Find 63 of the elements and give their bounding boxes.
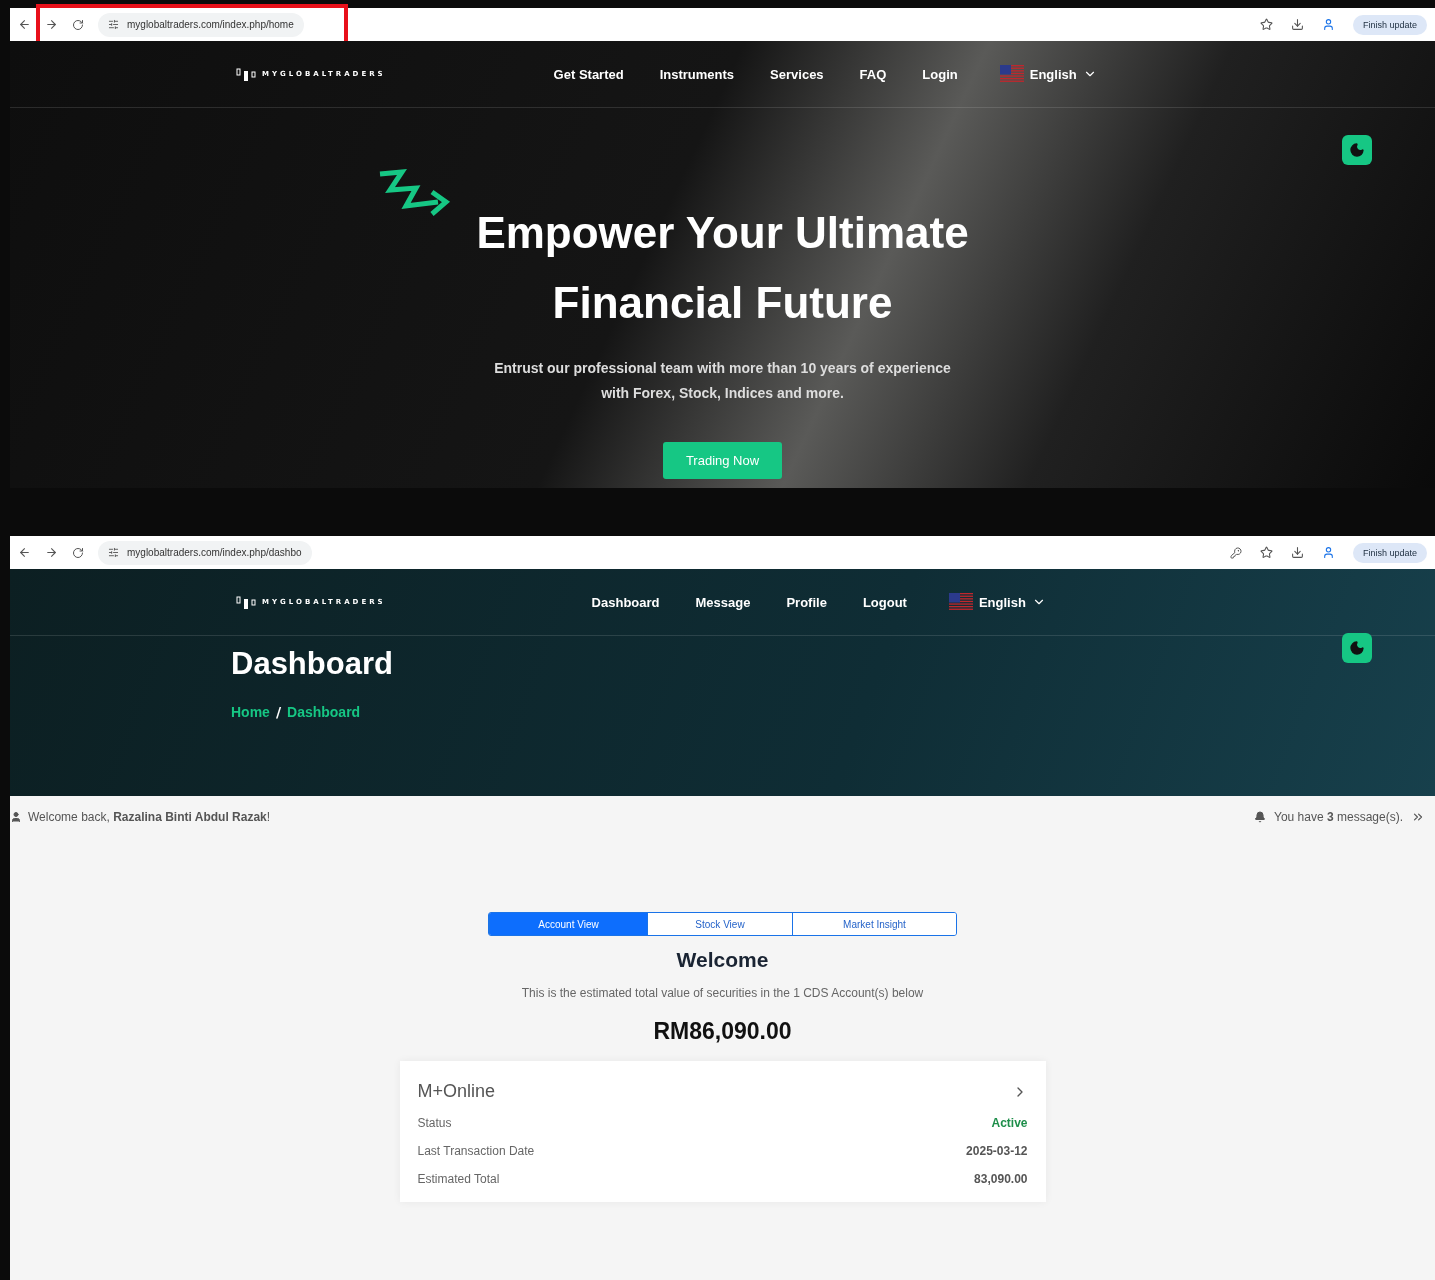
view-tab[interactable]: Market Insight bbox=[792, 913, 956, 935]
profile-icon[interactable] bbox=[1321, 18, 1335, 31]
user-icon bbox=[10, 811, 22, 823]
breadcrumb-link[interactable]: Dashboard bbox=[287, 704, 361, 720]
moon-icon bbox=[1349, 142, 1365, 158]
field-value: Active bbox=[991, 1116, 1028, 1130]
nav-link[interactable]: Instruments bbox=[659, 66, 735, 82]
site-settings-icon bbox=[108, 547, 119, 558]
dark-mode-toggle[interactable] bbox=[1342, 135, 1372, 165]
dark-mode-toggle[interactable] bbox=[1342, 633, 1372, 663]
moon-icon bbox=[1349, 640, 1365, 656]
reload-icon[interactable] bbox=[72, 546, 84, 559]
bookmark-star-icon[interactable] bbox=[1259, 546, 1273, 559]
language-selector[interactable]: English bbox=[942, 592, 1052, 612]
us-flag-icon bbox=[948, 593, 973, 611]
address-bar[interactable]: myglobaltraders.com/index.php/home bbox=[98, 12, 304, 37]
hero-subtitle: Entrust our professional team with more than 10 years of experience with Forex, Stock, Indices and more. bbox=[494, 359, 951, 403]
candlestick-logo-icon bbox=[236, 594, 258, 610]
language-selector[interactable]: English bbox=[993, 64, 1103, 84]
nav-link[interactable]: Login bbox=[922, 66, 958, 82]
double-chevron-icon[interactable] bbox=[1411, 810, 1425, 824]
welcome-heading: Welcome bbox=[676, 948, 769, 972]
field-label: Estimated Total bbox=[417, 1172, 500, 1186]
address-bar[interactable]: myglobaltraders.com/index.php/dashbo bbox=[98, 540, 312, 565]
nav-link[interactable]: Services bbox=[770, 66, 824, 82]
nav-link[interactable]: Logout bbox=[862, 594, 907, 610]
nav-link[interactable]: Get Started bbox=[553, 66, 624, 82]
update-button[interactable]: Finish update bbox=[1352, 542, 1427, 563]
total-value: RM86,090.00 bbox=[653, 1018, 792, 1045]
site-settings-icon bbox=[108, 19, 119, 30]
breadcrumb-link[interactable]: Home bbox=[231, 704, 270, 720]
us-flag-icon bbox=[999, 65, 1024, 83]
reload-icon[interactable] bbox=[72, 18, 84, 31]
hero-title: Financial Future bbox=[551, 277, 894, 329]
key-icon[interactable] bbox=[1229, 546, 1242, 559]
view-tab[interactable]: Account View bbox=[489, 913, 647, 935]
field-value: 83,090.00 bbox=[974, 1172, 1028, 1186]
profile-icon[interactable] bbox=[1321, 546, 1335, 559]
nav-link[interactable]: Message bbox=[695, 594, 751, 610]
download-icon[interactable] bbox=[1290, 546, 1304, 559]
download-icon[interactable] bbox=[1290, 18, 1304, 31]
update-button[interactable]: Finish update bbox=[1352, 14, 1427, 35]
message-count: You have 3 message(s). bbox=[1274, 810, 1403, 824]
candlestick-logo-icon bbox=[236, 66, 258, 82]
welcome-text: Welcome back, Razalina Binti Abdul Razak! bbox=[28, 810, 271, 824]
bookmark-star-icon[interactable] bbox=[1259, 18, 1273, 31]
back-icon[interactable] bbox=[18, 18, 31, 31]
field-label: Status bbox=[417, 1116, 452, 1130]
bell-icon bbox=[1254, 811, 1266, 823]
view-tab[interactable]: Stock View bbox=[647, 913, 792, 935]
back-icon[interactable] bbox=[18, 546, 31, 559]
nav-link[interactable]: Dashboard bbox=[591, 594, 660, 610]
hero-title: Empower Your Ultimate bbox=[476, 207, 969, 259]
forward-icon[interactable] bbox=[45, 546, 58, 559]
forward-icon[interactable] bbox=[45, 18, 58, 31]
field-label: Last Transaction Date bbox=[417, 1144, 535, 1158]
nav-link[interactable]: Profile bbox=[786, 594, 827, 610]
description-text: This is the estimated total value of securities in the 1 CDS Account(s) below bbox=[521, 986, 924, 1000]
page-title: Dashboard bbox=[231, 646, 393, 682]
field-value: 2025-03-12 bbox=[966, 1144, 1028, 1158]
account-title: M+Online bbox=[417, 1081, 496, 1102]
nav-link[interactable]: FAQ bbox=[859, 66, 887, 82]
breadcrumb-separator: / bbox=[275, 704, 282, 720]
